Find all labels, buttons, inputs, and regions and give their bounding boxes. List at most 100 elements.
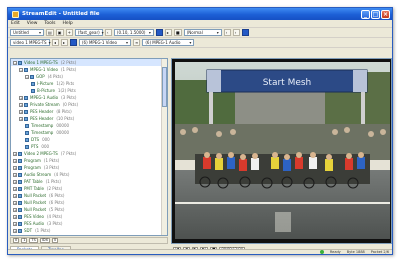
tree-bar-item[interactable]: TS [29,238,38,243]
save-icon[interactable]: ▣ [55,29,64,36]
tree-scroll-thumb[interactable] [162,67,167,107]
tree-bar-item[interactable]: 0 [13,238,20,243]
video-icon[interactable] [70,39,77,46]
tree-row[interactable]: + PES Audio (3 Pkts) [11,220,167,227]
back-icon[interactable]: ◂ [52,39,59,46]
tree-row[interactable]: + Program (3 Pkts) [11,164,167,171]
tree-row-label: B-Picture [37,88,55,93]
collapse-icon[interactable]: − [25,74,29,79]
tree-row[interactable]: + PES Header (10 Pkts) [11,115,167,122]
expand-icon[interactable]: + [19,95,23,100]
stream-combo[interactable]: video 1 MPEG-TS [10,39,50,46]
tree-row[interactable]: DTS 000 [11,136,167,143]
tree-row-meta: (2 Pkts) [46,186,63,191]
rate-combo[interactable]: (0.10, 1.5000) [113,29,154,36]
collapse-icon[interactable]: − [13,60,17,65]
play-icon[interactable]: ▸ [164,29,172,36]
mode-combo[interactable]: (Normal [183,29,222,36]
forward-icon[interactable]: ▸ [61,39,68,46]
video-frame[interactable]: Start Mesh [175,62,390,239]
expand-icon[interactable]: + [13,236,17,237]
node-icon [18,172,22,177]
expand-icon[interactable]: + [13,179,17,184]
tree-row[interactable]: + MPEG-1 Audio (3 Pkts) [11,94,167,101]
video-track-combo[interactable]: (6) MPEG-1 Video [79,39,131,46]
file-combo[interactable]: Untitled [10,29,44,36]
gear-combo[interactable]: (fast_gear) [74,29,103,36]
tree-row[interactable]: − GOP (4 Pkts) [11,73,167,80]
expand-icon[interactable]: + [13,228,17,233]
tree-row[interactable]: + Null Packet (5 Pkts) [11,206,167,213]
expand-icon[interactable]: + [13,151,17,156]
tree-row[interactable]: + PAT Table (1 Pkts) [11,178,167,185]
tree-row-label: SDT [24,228,33,233]
packet-tree[interactable]: − Video 1 MPEG-TS (2 Pkts) − MPEG-1 Video (1 … [10,58,168,236]
expand-icon[interactable]: + [13,200,17,205]
expand-icon[interactable]: + [13,158,17,163]
title-bar[interactable]: StreamEdit - Untitled file _ □ × [8,8,392,20]
add-icon[interactable]: + [65,29,73,36]
expand-icon[interactable]: + [19,102,23,107]
expand-icon[interactable]: + [13,207,17,212]
settings-icon[interactable] [241,29,249,36]
node-icon [18,236,22,237]
expand-icon[interactable]: + [13,214,17,219]
prev-icon[interactable]: ‹ [223,29,231,36]
tree-row[interactable]: Timestamp 00000 [11,129,167,136]
tree-row-meta: 1(2) Pkts [56,81,75,86]
tree-row[interactable]: I-Picture 1(2) Pkts [11,80,167,87]
maximize-button[interactable]: □ [371,9,380,19]
tree-row-label: Program [24,165,41,170]
menu-help[interactable]: Help [63,21,73,26]
tree-row[interactable]: + Program (1 Pkts) [11,157,167,164]
tree-row[interactable]: − MPEG-1 Video (1 Pkts) [11,66,167,73]
tree-row[interactable]: + Null Packet (6 Pkts) [11,192,167,199]
tree-row[interactable]: + Null Packet (6 Pkts) [11,199,167,206]
app-window: StreamEdit - Untitled file _ □ × Edit Vi… [7,7,393,255]
close-button[interactable]: × [381,9,390,19]
tree-row[interactable]: + PMT Table (2 Pkts) [11,185,167,192]
tree-row-meta: (1 Pkts) [43,158,60,163]
tree-row[interactable]: − Video 1 MPEG-TS (2 Pkts) [11,59,167,66]
tree-bar-item[interactable]: 1 [21,238,28,243]
tree-row[interactable]: + Audio Stream (4 Pkts) [11,171,167,178]
tree-row[interactable]: B-Picture 1(2) Pkts [11,87,167,94]
tree-row[interactable]: + Video 2 MPEG-TS (7 Pkts) [11,150,167,157]
menu-view[interactable]: View [27,21,38,26]
node-icon [18,228,22,233]
tree-row[interactable]: + EIT(2 Pkts) [11,234,167,237]
step-icon[interactable]: ‹ [104,29,112,36]
filter-icon[interactable] [155,29,163,36]
next-icon[interactable]: › [232,29,240,36]
expand-icon[interactable]: + [13,165,17,170]
expand-icon[interactable]: + [13,193,17,198]
tree-row[interactable]: + PES Video (4 Pkts) [11,213,167,220]
menu-edit[interactable]: Edit [11,21,20,26]
node-icon [25,123,29,128]
tree-row[interactable]: PTS 000 [11,143,167,150]
audio-track-combo[interactable]: (6) MPEG-1 Audio [142,39,195,46]
open-icon[interactable]: ▤ [46,29,54,36]
expand-icon[interactable]: + [19,116,23,121]
minimize-button[interactable]: _ [361,9,370,19]
collapse-icon[interactable]: − [19,67,23,72]
stop-icon[interactable]: ■ [173,29,182,36]
tree-bar-item[interactable]: 0 [51,238,59,243]
tree-row[interactable]: Timestamp 00000 [11,122,167,129]
tree-row[interactable]: + SDT (1 Pkts) [11,227,167,234]
node-icon [18,200,22,205]
expand-icon[interactable]: + [19,109,23,114]
expand-icon[interactable]: + [13,221,17,226]
tree-row[interactable]: + PES Header (8 Pkts) [11,108,167,115]
tree-scrollbar[interactable] [161,59,167,235]
expand-icon[interactable]: + [13,186,17,191]
expand-icon[interactable]: + [13,172,17,177]
menu-tools[interactable]: Tools [44,21,55,26]
tree-row-label: PES Header [30,116,54,121]
tree-row-label: PAT Table [24,179,43,184]
tree-row-label: MPEG-1 Audio [30,95,59,100]
tree-row[interactable]: + Private Stream (0 Pkts) [11,101,167,108]
link-icon[interactable]: ∞ [133,39,141,46]
node-icon [30,74,34,79]
tree-bar-item[interactable]: IDX [39,238,50,243]
